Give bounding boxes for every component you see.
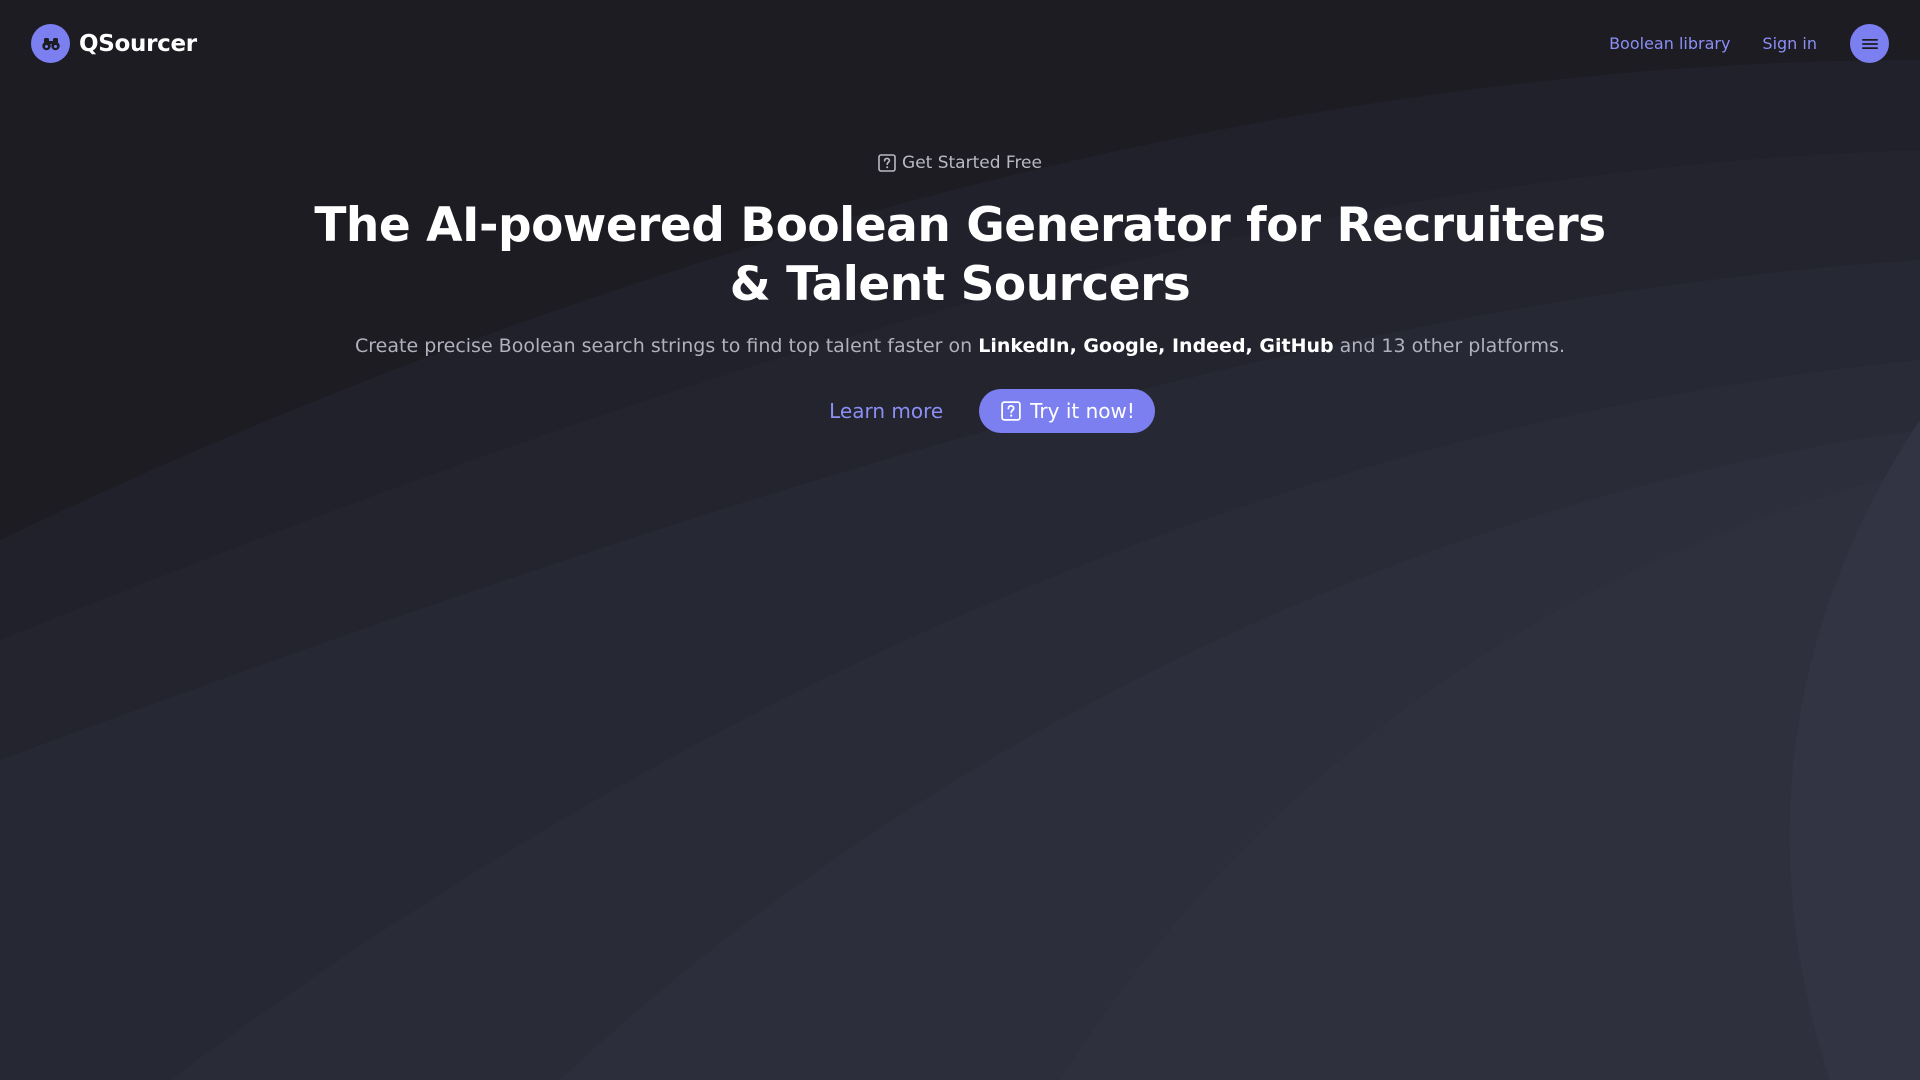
- try-button-label: Try it now!: [1030, 399, 1135, 423]
- platform-github: GitHub: [1259, 335, 1334, 357]
- platform-google: Google: [1083, 335, 1159, 357]
- subtitle-prefix: Create precise Boolean search strings to…: [355, 335, 979, 357]
- eyebrow-label: Get Started Free: [902, 153, 1042, 173]
- menu-button[interactable]: [1850, 24, 1889, 63]
- primary-nav: Boolean library Sign in: [1609, 24, 1889, 63]
- landing-page: QSourcer Boolean library Sign in Get Sta…: [0, 0, 1920, 1080]
- cta-row: Learn more Try it now!: [0, 389, 1920, 433]
- platform-separator: ,: [1158, 335, 1172, 357]
- learn-more-link[interactable]: Learn more: [765, 389, 943, 433]
- get-started-eyebrow[interactable]: Get Started Free: [878, 150, 1042, 176]
- platform-separator: ,: [1245, 335, 1260, 357]
- question-square-icon: [1001, 401, 1021, 421]
- brand-home-link[interactable]: QSourcer: [31, 24, 197, 63]
- hero-section: Get Started Free The AI-powered Boolean …: [0, 150, 1920, 433]
- binoculars-icon: [31, 24, 70, 63]
- try-it-now-button[interactable]: Try it now!: [979, 389, 1155, 433]
- platform-indeed: Indeed: [1171, 335, 1246, 357]
- top-nav-bar: QSourcer Boolean library Sign in: [0, 0, 1920, 88]
- nav-link-sign-in[interactable]: Sign in: [1762, 24, 1817, 63]
- platform-linkedin: LinkedIn: [978, 335, 1070, 357]
- hero-title: The AI-powered Boolean Generator for Rec…: [314, 198, 1606, 312]
- platform-separator: ,: [1069, 335, 1084, 357]
- hamburger-menu-icon: [1861, 37, 1878, 51]
- subtitle-suffix: and 13 other platforms.: [1333, 335, 1565, 357]
- hero-subtitle: Create precise Boolean search strings to…: [260, 332, 1660, 360]
- nav-link-boolean-library[interactable]: Boolean library: [1609, 24, 1730, 63]
- question-square-icon: [878, 154, 896, 172]
- brand-name: QSourcer: [79, 30, 197, 57]
